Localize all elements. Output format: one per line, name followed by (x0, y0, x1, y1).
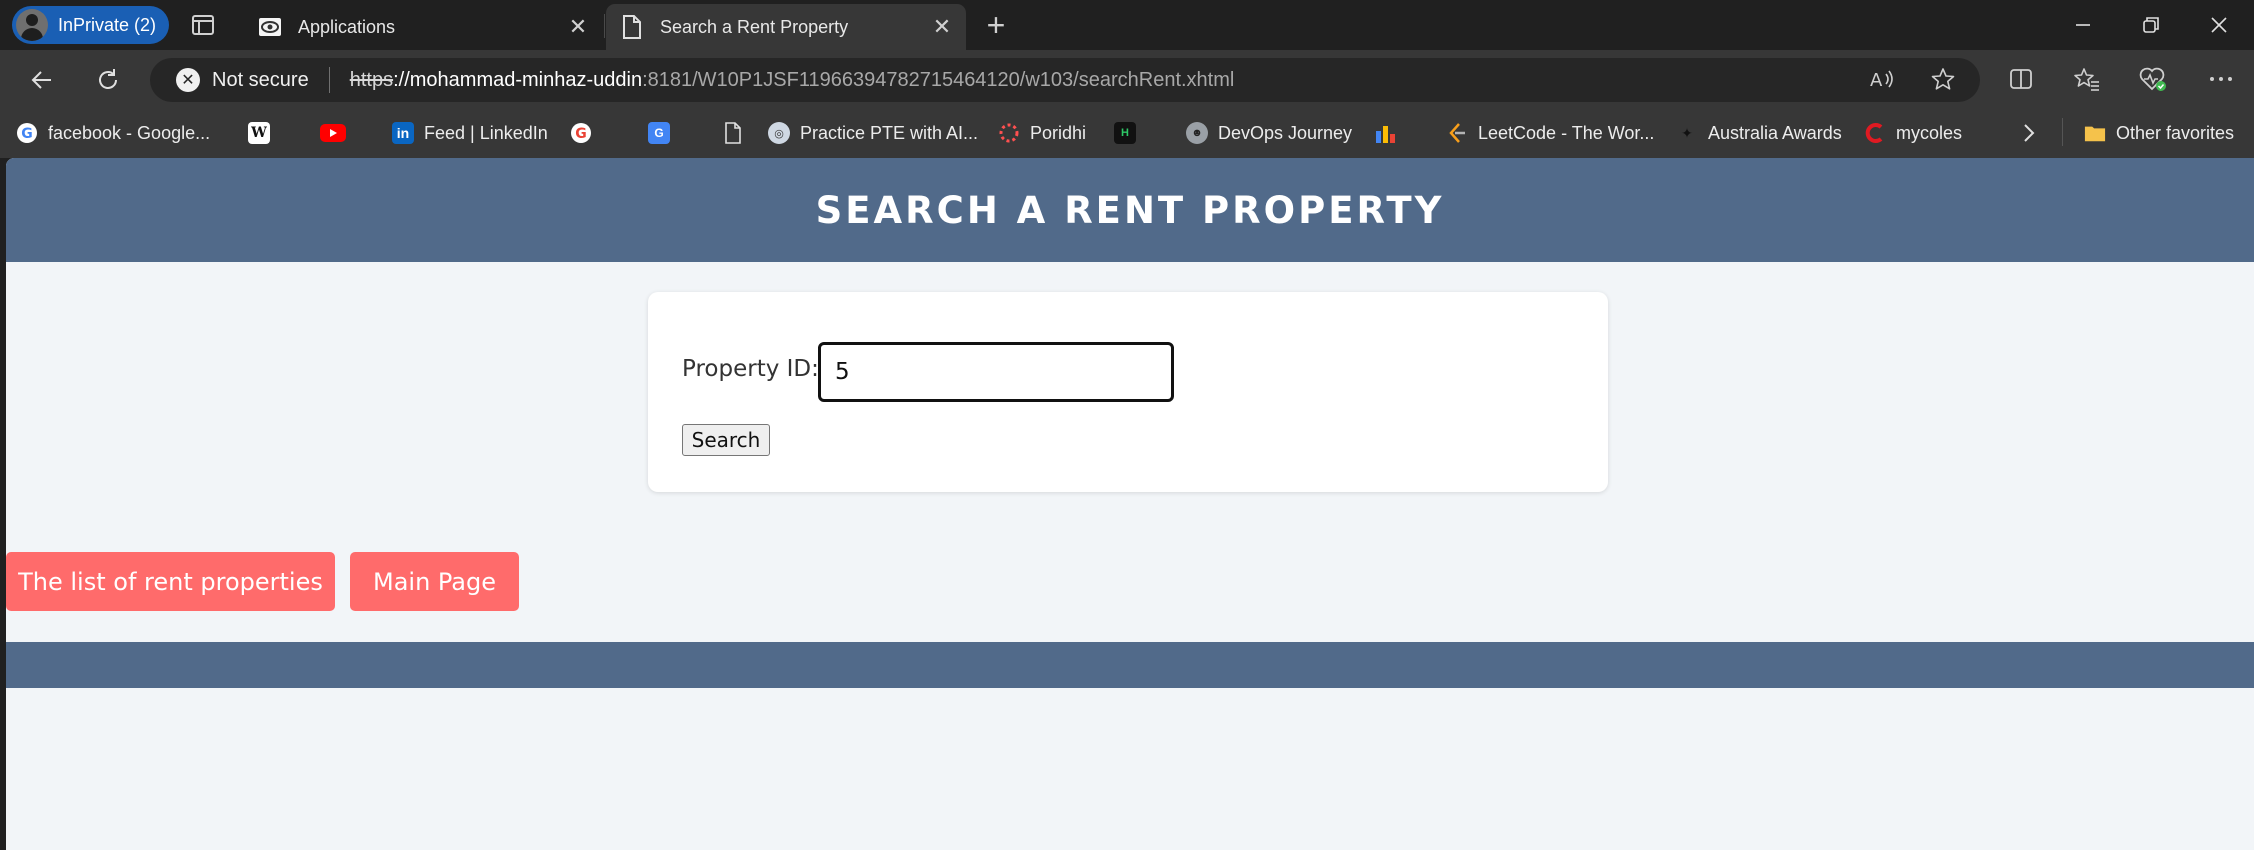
more-menu-icon[interactable] (2204, 62, 2238, 96)
page-eye-icon (258, 15, 282, 39)
url-path: :8181/W10P1JSF11966394782715464120/w103/… (642, 68, 1235, 91)
linkedin-icon: in (392, 122, 414, 144)
favorite-item-chart[interactable] (1374, 118, 1406, 148)
favorite-item-pte[interactable]: ◎ Practice PTE with AI... (768, 118, 978, 148)
other-favorites-button[interactable]: Other favorites (2084, 118, 2234, 148)
tab-strip: InPrivate (2) Applications ✕ Search a Re… (0, 0, 2254, 50)
favorite-label: Australia Awards (1708, 122, 1842, 143)
devops-icon: ☻ (1186, 122, 1208, 144)
avatar (16, 9, 48, 41)
url-scheme: https (349, 68, 394, 91)
split-screen-icon[interactable] (2004, 62, 2038, 96)
svg-text:A: A (1870, 70, 1883, 90)
page-footer (6, 642, 2254, 688)
tab-search-rent[interactable]: Search a Rent Property ✕ (606, 4, 966, 50)
favorites-bar: G facebook - Google... W in Feed | Linke… (0, 108, 2254, 158)
inprivate-profile-button[interactable]: InPrivate (2) (12, 6, 169, 44)
browser-essentials-icon[interactable] (2136, 62, 2170, 96)
browser-window: InPrivate (2) Applications ✕ Search a Re… (0, 0, 2254, 850)
favorite-item-linkedin[interactable]: in Feed | LinkedIn (392, 118, 548, 148)
favorite-item-facebook[interactable]: G facebook - Google... (16, 118, 210, 148)
not-secure-icon: ✕ (176, 68, 200, 92)
svg-text:G: G (575, 126, 587, 142)
chart-icon (1374, 122, 1396, 144)
favorite-label: facebook - Google... (48, 122, 211, 143)
favorite-label: Feed | LinkedIn (424, 122, 548, 143)
favorite-label: Poridhi (1030, 122, 1087, 143)
favorite-item-wikipedia[interactable]: W (248, 118, 280, 148)
back-button[interactable] (24, 62, 60, 98)
google-translate-icon: G (648, 122, 670, 144)
favorites-overflow-button[interactable] (2018, 118, 2050, 148)
favorite-label: LeetCode - The Wor... (1478, 122, 1655, 143)
read-aloud-icon[interactable]: A (1866, 62, 1900, 96)
svg-text:G: G (21, 126, 33, 142)
google-icon: G (570, 122, 592, 144)
new-tab-button[interactable]: + (980, 9, 1012, 42)
favorite-label: DevOps Journey (1218, 122, 1353, 143)
coles-icon (1864, 122, 1886, 144)
favorite-item-google[interactable]: G (570, 118, 602, 148)
folder-icon (2084, 122, 2106, 144)
search-form-card: Property ID: Search (648, 292, 1608, 492)
page-header: SEARCH A RENT PROPERTY (6, 158, 2254, 262)
address-bar[interactable]: ✕ Not secure https://mohammad-minhaz-udd… (150, 58, 1980, 102)
inprivate-label: InPrivate (2) (58, 14, 157, 35)
main-page-button[interactable]: Main Page (350, 552, 519, 611)
address-divider (328, 67, 330, 93)
rent-list-button[interactable]: The list of rent properties (6, 552, 335, 611)
close-window-button[interactable] (2186, 0, 2252, 50)
tab-title: Search a Rent Property (660, 16, 849, 37)
other-favorites-label: Other favorites (2116, 122, 2235, 143)
wikipedia-icon: W (248, 122, 270, 144)
favorite-item-mycoles[interactable]: mycoles (1864, 118, 1962, 148)
favorites-divider (2062, 118, 2063, 146)
page-viewport: SEARCH A RENT PROPERTY Property ID: Sear… (6, 158, 2254, 850)
restore-button[interactable] (2118, 0, 2184, 50)
close-icon[interactable]: ✕ (928, 13, 956, 41)
refresh-button[interactable] (90, 62, 126, 98)
document-icon (620, 15, 644, 39)
favorite-item-devops[interactable]: ☻ DevOps Journey (1186, 118, 1352, 148)
favorite-label: mycoles (1896, 122, 1963, 143)
favorite-star-icon[interactable] (1926, 62, 1960, 96)
minimize-button[interactable] (2050, 0, 2116, 50)
hackerrank-icon: H (1114, 122, 1136, 144)
browser-toolbar: ✕ Not secure https://mohammad-minhaz-udd… (0, 50, 2254, 108)
favorite-item-youtube[interactable] (320, 118, 356, 148)
poridhi-icon (998, 122, 1020, 144)
favorite-item-document[interactable] (722, 118, 754, 148)
favorites-icon[interactable] (2070, 62, 2104, 96)
favorite-item-australia-awards[interactable]: ✦ Australia Awards (1676, 118, 1842, 148)
search-button[interactable]: Search (682, 424, 770, 456)
pte-icon: ◎ (768, 122, 790, 144)
page-title: SEARCH A RENT PROPERTY (815, 188, 1445, 232)
favorite-item-leetcode[interactable]: LeetCode - The Wor... (1446, 118, 1654, 148)
document-icon (722, 122, 744, 144)
tab-title: Applications (298, 16, 396, 37)
security-label[interactable]: Not secure (212, 69, 309, 92)
tab-applications[interactable]: Applications ✕ (244, 4, 602, 50)
leetcode-icon (1446, 122, 1468, 144)
favorite-item-google-translate[interactable]: G (648, 118, 680, 148)
favorite-item-poridhi[interactable]: Poridhi (998, 118, 1086, 148)
property-id-label: Property ID: (682, 356, 819, 382)
property-id-input[interactable] (818, 342, 1174, 402)
google-icon: G (16, 122, 38, 144)
favorite-label: Practice PTE with AI... (800, 122, 979, 143)
url-host: ://mohammad-minhaz-uddin (393, 68, 643, 91)
australia-awards-icon: ✦ (1681, 124, 1693, 141)
chevron-right-icon (2018, 122, 2040, 144)
tab-actions-icon[interactable] (190, 12, 216, 38)
favorite-item-hackerrank[interactable]: H (1114, 118, 1146, 148)
close-icon[interactable]: ✕ (564, 13, 592, 41)
youtube-icon (320, 124, 346, 142)
tab-divider (604, 14, 605, 38)
